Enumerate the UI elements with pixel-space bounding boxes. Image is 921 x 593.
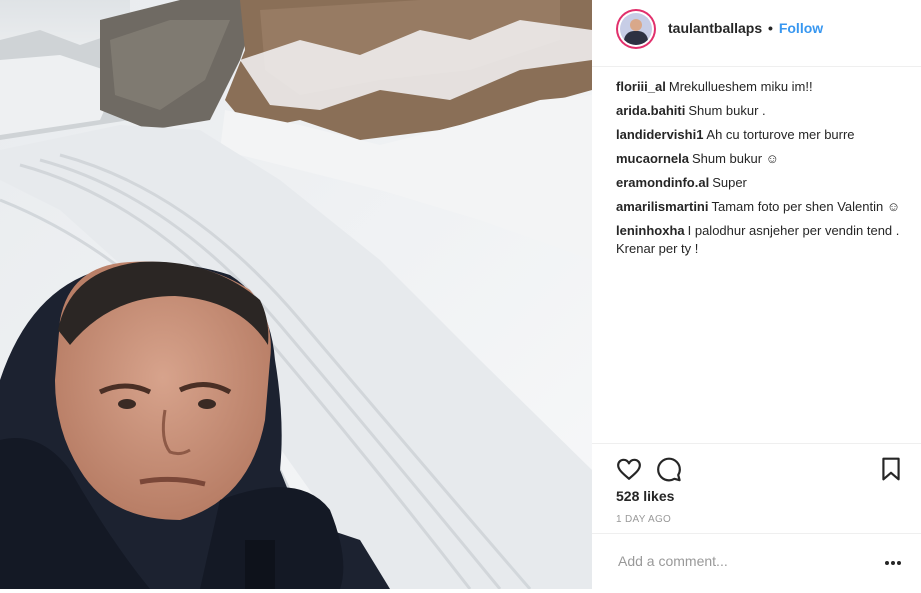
heart-icon[interactable] xyxy=(616,456,642,482)
comment-username[interactable]: landidervishi1 xyxy=(616,127,703,142)
comment-username[interactable]: eramondinfo.al xyxy=(616,175,709,190)
comment-text: Shum bukur . xyxy=(688,103,766,118)
comment-item: landidervishi1 Ah cu torturove mer burre xyxy=(616,126,906,144)
avatar-head xyxy=(630,19,642,31)
avatar-ring-inner xyxy=(618,11,654,47)
post-header: taulantballaps • Follow xyxy=(592,0,921,67)
comment-item: leninhoxha I palodhur asnjeher per vendin… xyxy=(616,222,906,258)
instagram-post-view: taulantballaps • Follow floriii_al Mrekul… xyxy=(0,0,921,589)
follow-button[interactable]: Follow xyxy=(779,20,823,36)
post-photo[interactable] xyxy=(0,0,592,589)
comment-item: eramondinfo.al Super xyxy=(616,174,906,192)
snowy-road-selfie-image xyxy=(0,0,592,589)
comment-username[interactable]: mucaornela xyxy=(616,151,689,166)
comment-username[interactable]: floriii_al xyxy=(616,79,666,94)
comment-username[interactable]: leninhoxha xyxy=(616,223,685,238)
action-icons-row xyxy=(616,456,906,484)
comment-item: floriii_al Mrekullueshem miku im!! xyxy=(616,78,906,96)
bookmark-icon[interactable] xyxy=(878,456,904,482)
comment-text: Mrekullueshem miku im!! xyxy=(668,79,813,94)
add-comment-input[interactable] xyxy=(616,552,860,570)
comments-list: floriii_al Mrekullueshem miku im!! arida.… xyxy=(616,78,906,264)
add-comment-section xyxy=(592,533,921,593)
comment-bubble-icon[interactable] xyxy=(656,456,682,482)
comment-item: arida.bahiti Shum bukur . xyxy=(616,102,906,120)
comment-text: Shum bukur ☺ xyxy=(691,151,779,166)
post-actions-section: 528 likes 1 DAY AGO xyxy=(592,443,921,570)
comment-item: amarilismartini Tamam foto per shen Valen… xyxy=(616,198,906,216)
username-link[interactable]: taulantballaps xyxy=(668,20,762,36)
post-author-line: taulantballaps • Follow xyxy=(668,20,823,36)
comment-item: mucaornela Shum bukur ☺ xyxy=(616,150,906,168)
separator-dot: • xyxy=(768,20,773,36)
comment-text: Tamam foto per shen Valentin ☺ xyxy=(711,199,901,214)
comment-username[interactable]: arida.bahiti xyxy=(616,103,685,118)
comment-text: Super xyxy=(712,175,747,190)
avatar-body xyxy=(624,31,648,45)
avatar-photo xyxy=(620,13,652,45)
more-options-icon[interactable] xyxy=(883,558,903,568)
comment-username[interactable]: amarilismartini xyxy=(616,199,709,214)
avatar[interactable] xyxy=(616,9,656,49)
comment-text: Ah cu torturove mer burre xyxy=(706,127,855,142)
post-side-panel: taulantballaps • Follow floriii_al Mrekul… xyxy=(592,0,921,589)
likes-count[interactable]: 528 likes xyxy=(616,488,674,504)
post-timestamp[interactable]: 1 DAY AGO xyxy=(616,514,671,525)
